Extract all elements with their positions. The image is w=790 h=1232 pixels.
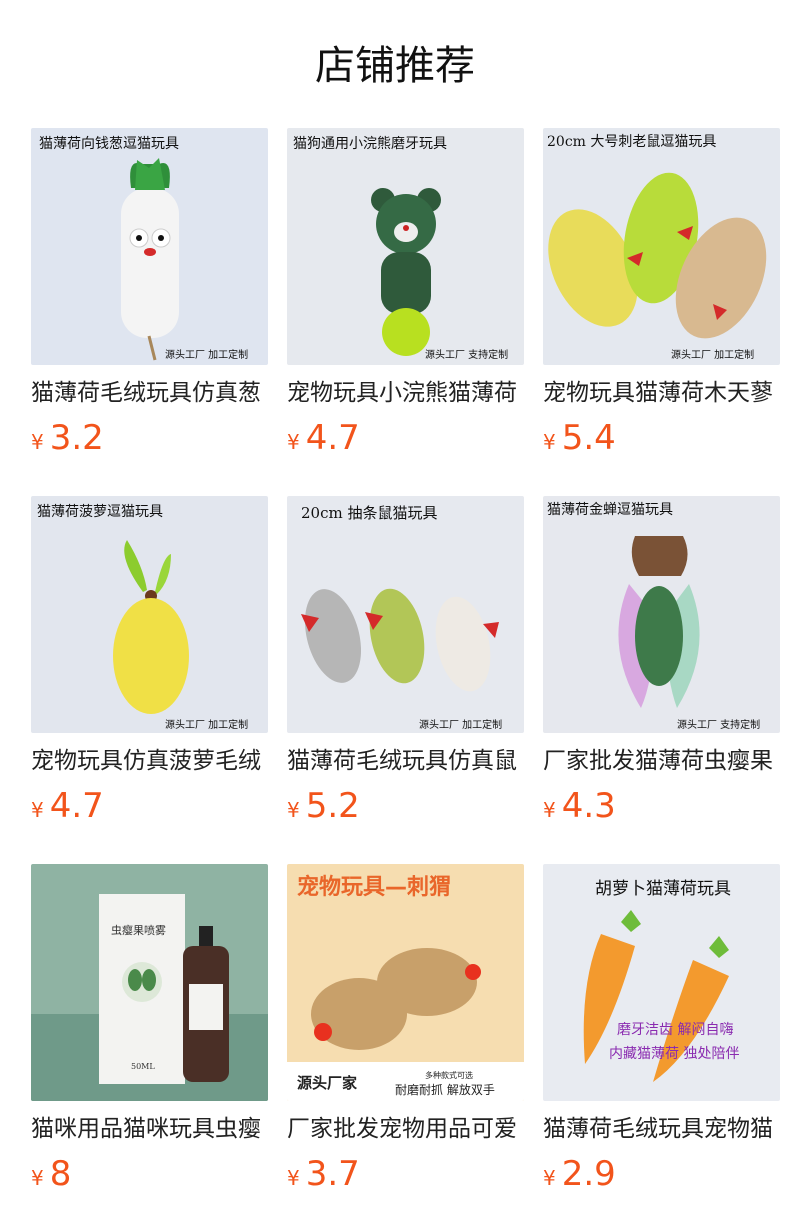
currency-symbol: ¥ <box>31 430 44 454</box>
image-caption: 猫薄荷金蝉逗猫玩具 <box>547 502 673 518</box>
product-image[interactable]: 猫狗通用小浣熊磨牙玩具 源头工厂 支持定制 <box>287 128 524 365</box>
image-caption: 猫狗通用小浣熊磨牙玩具 <box>293 136 447 152</box>
price-value: 3.2 <box>49 418 104 458</box>
image-footer: 源头工厂 加工定制 <box>419 718 502 731</box>
price-value: 4.7 <box>305 418 360 458</box>
image-caption: 20cm 抽条鼠猫玩具 <box>301 504 437 522</box>
image-caption: 虫瘿果喷雾 <box>111 923 166 937</box>
product-price: ¥3.7 <box>287 1152 360 1196</box>
price-value: 5.2 <box>305 786 360 826</box>
product-title[interactable]: 宠物玩具仿真菠萝毛绒 <box>31 743 268 779</box>
product-image[interactable]: 宠物玩具—刺猬 源头厂家 多种款式可选 耐磨耐抓 解放双手 <box>287 864 524 1101</box>
image-sub-1: 磨牙洁齿 解闷自嗨 <box>617 1022 733 1038</box>
image-footer: 源头工厂 加工定制 <box>165 718 248 731</box>
currency-symbol: ¥ <box>543 1166 556 1190</box>
product-price: ¥3.2 <box>31 416 104 460</box>
image-footer: 源头工厂 支持定制 <box>677 718 760 731</box>
product-price: ¥4.3 <box>543 784 616 828</box>
product-image[interactable]: 虫瘿果喷雾 50ML <box>31 864 268 1101</box>
product-price: ¥4.7 <box>31 784 104 828</box>
image-caption: 20cm 大号刺老鼠逗猫玩具 <box>547 134 716 150</box>
product-image[interactable]: 20cm 大号刺老鼠逗猫玩具 源头工厂 加工定制 <box>543 128 780 365</box>
product-price: ¥4.7 <box>287 416 360 460</box>
currency-symbol: ¥ <box>31 1166 44 1190</box>
image-caption: 猫薄荷菠萝逗猫玩具 <box>37 504 163 520</box>
product-price: ¥5.4 <box>543 416 616 460</box>
currency-symbol: ¥ <box>543 430 556 454</box>
currency-symbol: ¥ <box>287 798 300 822</box>
image-caption: 胡萝卜猫薄荷玩具 <box>595 879 731 899</box>
price-value: 4.3 <box>561 786 616 826</box>
image-footer: 源头工厂 加工定制 <box>165 348 248 361</box>
product-title[interactable]: 猫薄荷毛绒玩具仿真鼠 <box>287 743 524 779</box>
image-footer: 源头工厂 支持定制 <box>425 348 508 361</box>
product-title[interactable]: 宠物玩具小浣熊猫薄荷 <box>287 375 524 411</box>
image-sub-1: 多种款式可选 <box>425 1070 473 1080</box>
product-image[interactable]: 猫薄荷金蝉逗猫玩具 源头工厂 支持定制 <box>543 496 780 733</box>
image-footer: 源头厂家 <box>297 1074 357 1092</box>
product-title[interactable]: 厂家批发宠物用品可爱 <box>287 1111 524 1147</box>
product-title[interactable]: 猫薄荷毛绒玩具宠物猫 <box>543 1111 780 1147</box>
currency-symbol: ¥ <box>31 798 44 822</box>
price-value: 3.7 <box>305 1154 360 1194</box>
currency-symbol: ¥ <box>543 798 556 822</box>
image-footer: 50ML <box>131 1062 155 1071</box>
product-title[interactable]: 厂家批发猫薄荷虫瘿果 <box>543 743 780 779</box>
currency-symbol: ¥ <box>287 1166 300 1190</box>
image-sub-2: 耐磨耐抓 解放双手 <box>395 1082 495 1097</box>
product-price: ¥2.9 <box>543 1152 616 1196</box>
price-value: 2.9 <box>561 1154 616 1194</box>
product-title[interactable]: 猫薄荷毛绒玩具仿真葱 <box>31 375 268 411</box>
image-sub-2: 内藏猫薄荷 独处陪伴 <box>609 1046 739 1062</box>
price-value: 4.7 <box>49 786 104 826</box>
price-value: 5.4 <box>561 418 616 458</box>
image-caption: 猫薄荷向钱葱逗猫玩具 <box>39 136 179 152</box>
product-image[interactable]: 猫薄荷菠萝逗猫玩具 源头工厂 加工定制 <box>31 496 268 733</box>
product-grid: 猫薄荷向钱葱逗猫玩具 源头工厂 加工定制 猫薄荷毛绒玩具仿真葱 ¥3.2 猫狗通 <box>0 0 790 1232</box>
product-price: ¥5.2 <box>287 784 360 828</box>
product-title[interactable]: 宠物玩具猫薄荷木天蓼 <box>543 375 780 411</box>
image-caption: 宠物玩具—刺猬 <box>297 874 451 900</box>
product-title[interactable]: 猫咪用品猫咪玩具虫瘿 <box>31 1111 268 1147</box>
product-image[interactable]: 20cm 抽条鼠猫玩具 源头工厂 加工定制 <box>287 496 524 733</box>
product-price: ¥8 <box>31 1152 71 1196</box>
image-footer: 源头工厂 加工定制 <box>671 348 754 361</box>
currency-symbol: ¥ <box>287 430 300 454</box>
product-image[interactable]: 胡萝卜猫薄荷玩具 磨牙洁齿 解闷自嗨 内藏猫薄荷 独处陪伴 <box>543 864 780 1101</box>
price-value: 8 <box>49 1154 72 1194</box>
product-image[interactable]: 猫薄荷向钱葱逗猫玩具 源头工厂 加工定制 <box>31 128 268 365</box>
